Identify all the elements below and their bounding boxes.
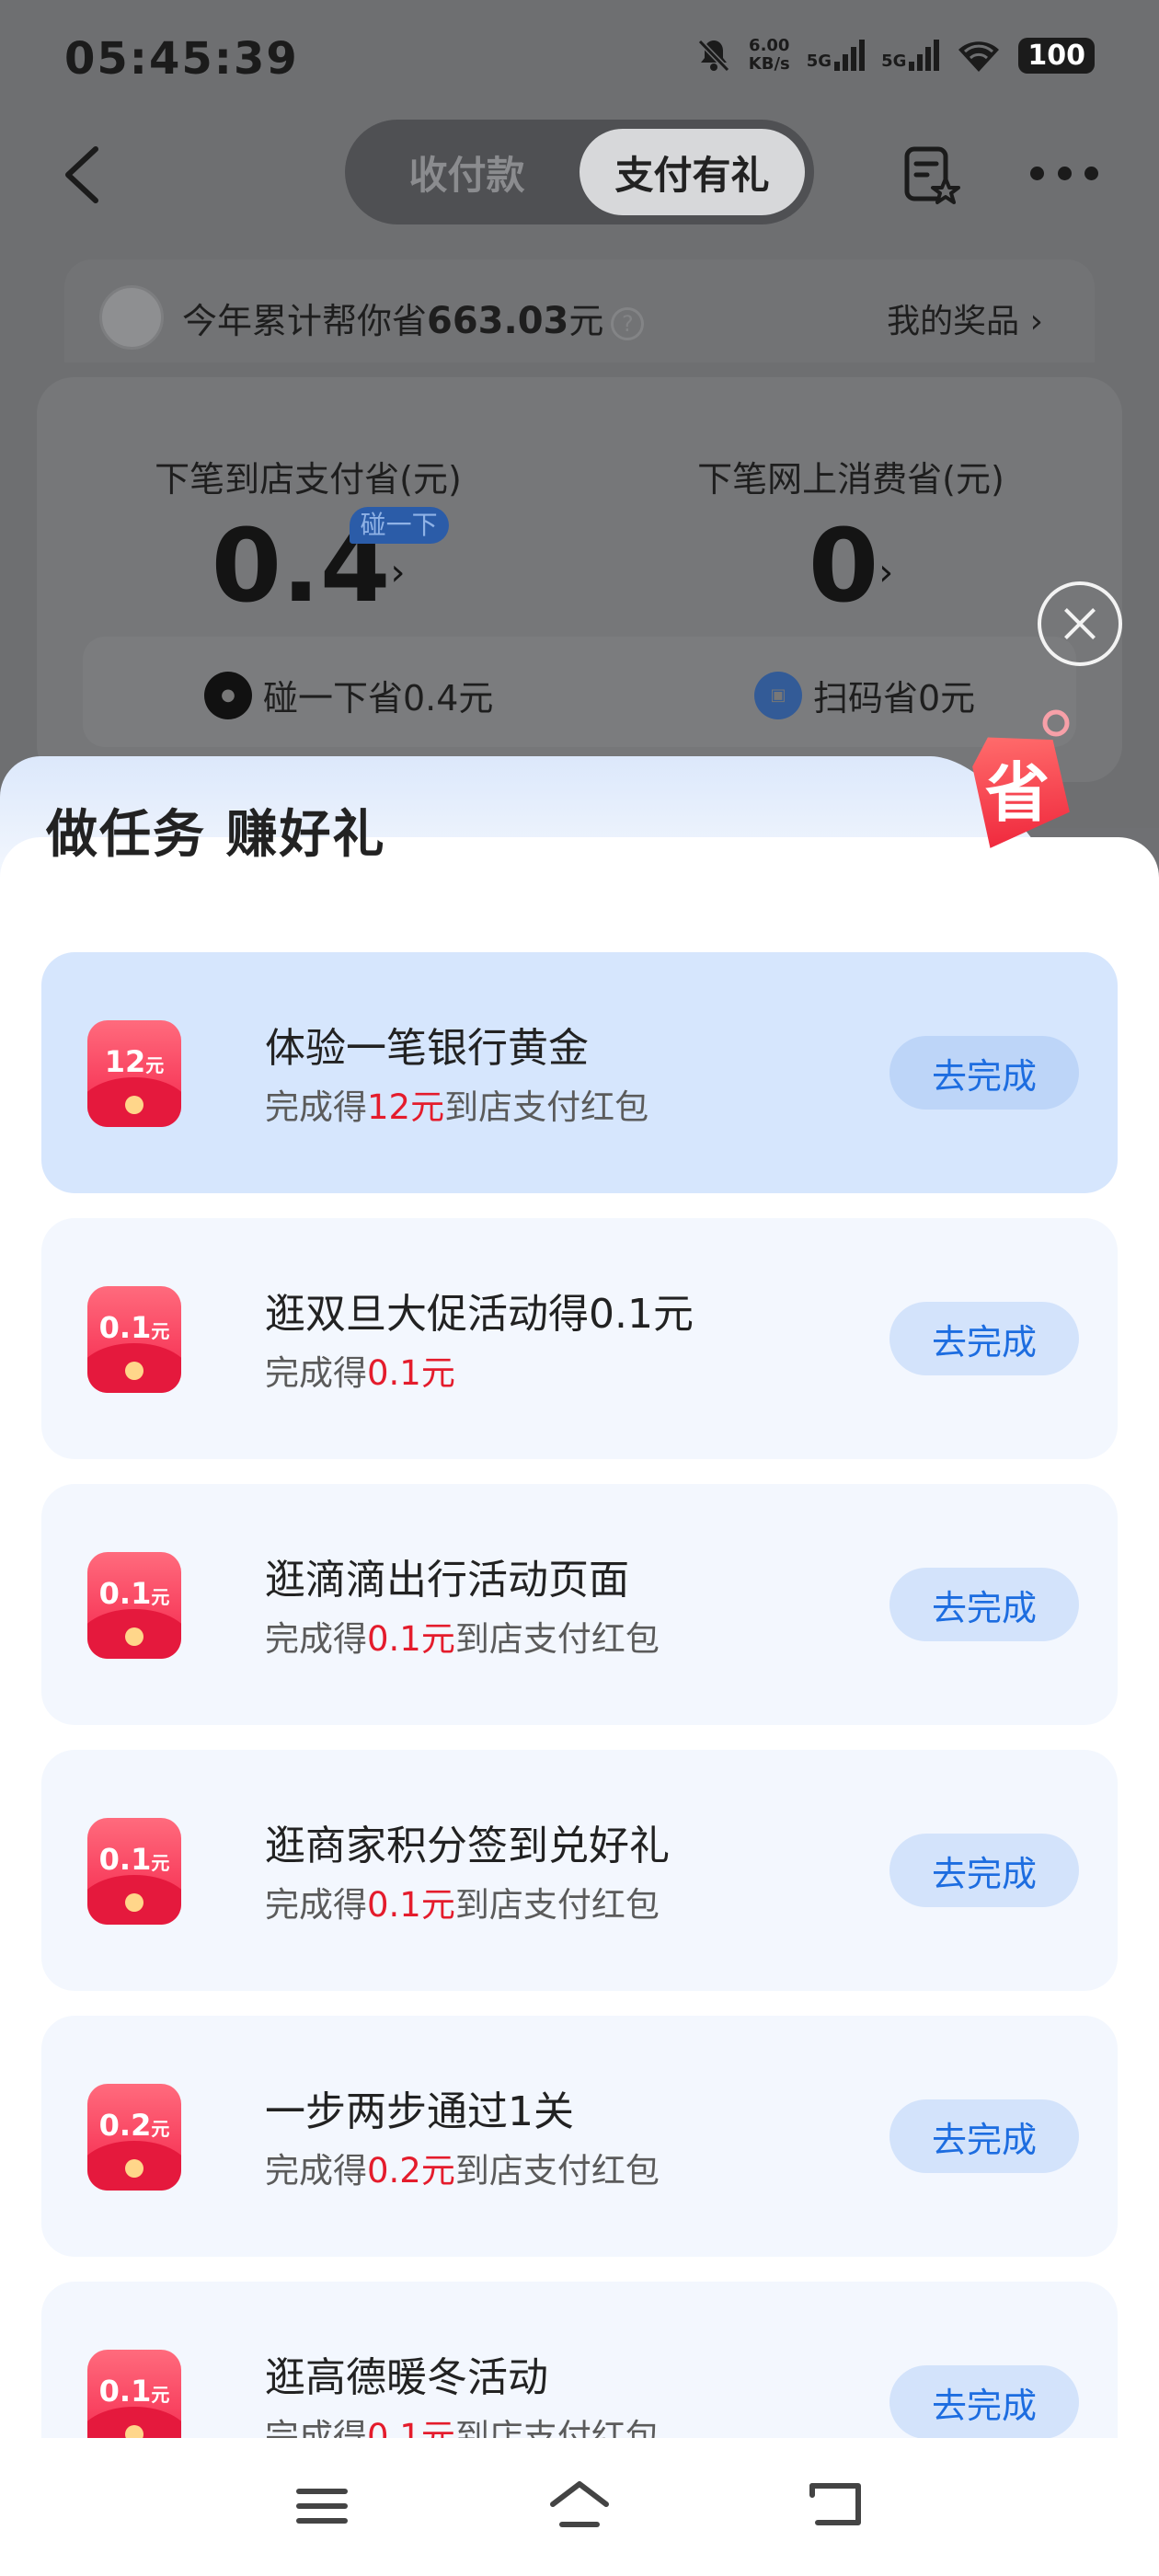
reward-prefix: 完成得 (265, 1619, 367, 1659)
go-complete-button[interactable]: 去完成 (889, 1302, 1079, 1375)
reward-amount: 12元 (367, 1087, 445, 1127)
task-reward-text: 完成得0.1元到店支付红包 (265, 1611, 660, 1661)
task-reward-text: 完成得12元到店支付红包 (265, 1079, 648, 1129)
red-packet-value: 0.1 (98, 1842, 152, 1877)
reward-prefix: 完成得 (265, 2417, 367, 2438)
red-packet-unit: 元 (151, 1852, 170, 1874)
reward-amount: 0.1元 (367, 1619, 455, 1659)
red-packet-unit: 元 (151, 2118, 170, 2140)
red-packet-icon: 0.1元 (87, 2350, 181, 2438)
red-packet-amount: 0.1元 (87, 1842, 181, 1877)
task-card[interactable]: 12元 体验一笔银行黄金 完成得12元到店支付红包 去完成 (41, 952, 1118, 1193)
task-card[interactable]: 0.2元 一步两步通过1关 完成得0.2元到店支付红包 去完成 (41, 2016, 1118, 2257)
go-complete-button[interactable]: 去完成 (889, 2365, 1079, 2438)
red-packet-clasp (125, 2159, 143, 2178)
task-reward-text: 完成得0.1元到店支付红包 (265, 2409, 660, 2438)
reward-amount: 0.1元 (367, 1885, 455, 1925)
go-complete-button[interactable]: 去完成 (889, 1834, 1079, 1907)
task-title: 逛滴滴出行活动页面 (265, 1557, 629, 1604)
red-packet-icon: 0.1元 (87, 1818, 181, 1925)
task-card[interactable]: 0.1元 逛商家积分签到兑好礼 完成得0.1元到店支付红包 去完成 (41, 1750, 1118, 1991)
go-complete-button[interactable]: 去完成 (889, 1568, 1079, 1641)
red-packet-clasp (125, 1893, 143, 1912)
reward-amount: 0.2元 (367, 2151, 455, 2191)
task-title: 一步两步通过1关 (265, 2088, 574, 2135)
red-packet-value: 0.1 (98, 2374, 152, 2409)
go-complete-button[interactable]: 去完成 (889, 2099, 1079, 2173)
red-packet-clasp (125, 1362, 143, 1380)
red-packet-clasp (125, 1096, 143, 1114)
system-nav-bar (0, 2438, 1159, 2576)
reward-suffix: 到店支付红包 (454, 1885, 660, 1925)
reward-amount: 0.1元 (367, 1353, 455, 1393)
reward-prefix: 完成得 (265, 1087, 367, 1127)
reward-suffix: 到店支付红包 (444, 1087, 649, 1127)
task-title: 逛商家积分签到兑好礼 (265, 1823, 670, 1869)
menu-icon[interactable] (290, 2478, 354, 2534)
task-card[interactable]: 0.1元 逛高德暖冬活动 完成得0.1元到店支付红包 去完成 (41, 2282, 1118, 2438)
red-packet-value: 0.1 (98, 1310, 152, 1345)
red-packet-icon: 0.2元 (87, 2084, 181, 2191)
reward-prefix: 完成得 (265, 1353, 367, 1393)
red-packet-amount: 0.1元 (87, 1310, 181, 1345)
red-packet-unit: 元 (151, 1586, 170, 1608)
task-reward-text: 完成得0.2元到店支付红包 (265, 2143, 660, 2192)
reward-suffix: 到店支付红包 (454, 1619, 660, 1659)
reward-prefix: 完成得 (265, 1885, 367, 1925)
back-nav-icon[interactable] (805, 2478, 869, 2534)
task-title: 逛双旦大促活动得0.1元 (265, 1291, 694, 1338)
task-card[interactable]: 0.1元 逛滴滴出行活动页面 完成得0.1元到店支付红包 去完成 (41, 1484, 1118, 1725)
task-reward-text: 完成得0.1元到店支付红包 (265, 1877, 660, 1926)
red-packet-value: 12 (104, 1044, 146, 1079)
red-packet-amount: 0.1元 (87, 1576, 181, 1611)
task-reward-text: 完成得0.1元 (265, 1345, 455, 1395)
red-packet-icon: 0.1元 (87, 1286, 181, 1393)
home-icon[interactable] (547, 2478, 612, 2534)
red-packet-amount: 0.1元 (87, 2374, 181, 2409)
task-card[interactable]: 0.1元 逛双旦大促活动得0.1元 完成得0.1元 去完成 (41, 1218, 1118, 1459)
red-packet-value: 0.2 (98, 2108, 152, 2143)
red-packet-icon: 12元 (87, 1020, 181, 1127)
red-packet-clasp (125, 1627, 143, 1646)
red-packet-unit: 元 (151, 1320, 170, 1342)
red-packet-clasp (125, 2425, 143, 2438)
go-complete-button[interactable]: 去完成 (889, 1036, 1079, 1110)
red-packet-value: 0.1 (98, 1576, 152, 1611)
red-packet-amount: 12元 (87, 1044, 181, 1079)
red-packet-unit: 元 (151, 2384, 170, 2406)
red-packet-icon: 0.1元 (87, 1552, 181, 1659)
reward-suffix: 到店支付红包 (454, 2417, 660, 2438)
red-packet-unit: 元 (145, 1054, 165, 1076)
task-title: 逛高德暖冬活动 (265, 2354, 548, 2401)
reward-amount: 0.1元 (367, 2417, 455, 2438)
reward-prefix: 完成得 (265, 2151, 367, 2191)
red-packet-amount: 0.2元 (87, 2108, 181, 2143)
task-title: 体验一笔银行黄金 (265, 1025, 589, 1072)
reward-suffix: 到店支付红包 (454, 2151, 660, 2191)
